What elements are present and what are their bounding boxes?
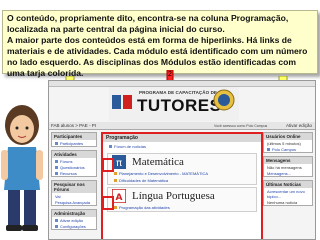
news-forum-link[interactable]: Fórum de notícias bbox=[103, 142, 261, 151]
block-item: Nenhuma notícia bbox=[267, 199, 298, 205]
block-messages: Mensagens Não há mensagens Mensagens... bbox=[263, 156, 313, 177]
breadcrumb[interactable]: FAB alunos > PAE - PI bbox=[51, 123, 96, 128]
folder-icon bbox=[114, 172, 117, 175]
folder-icon bbox=[114, 179, 117, 182]
banner-title: TUTORES bbox=[137, 96, 222, 115]
messages-link[interactable]: Mensagens... bbox=[264, 170, 312, 176]
math-symbol-icon: π bbox=[112, 155, 126, 169]
course-banner-math: π Matemática bbox=[108, 154, 256, 170]
programacao-column: Programação Fórum de notícias π Matemáti… bbox=[101, 132, 263, 239]
program-logo-icon bbox=[112, 95, 132, 109]
left-column: Participantes Participantes Atividades F… bbox=[51, 132, 97, 233]
explanation-callout: O conteúdo, propriamente dito, encontra-… bbox=[2, 10, 318, 78]
course-link[interactable]: Planejamento e Desenvolvimento - MATEMÁT… bbox=[108, 170, 256, 177]
block-search-forums: Pesquisar nos Fóruns Vai Pesquisa Avança… bbox=[51, 180, 97, 206]
block-title: Pesquisar nos Fóruns bbox=[52, 181, 96, 193]
folder-icon bbox=[114, 206, 117, 209]
svg-text:A: A bbox=[116, 193, 123, 203]
quiz-icon bbox=[55, 165, 58, 169]
course-link[interactable]: Programação das atividades bbox=[108, 204, 256, 211]
online-user-link[interactable]: Polo Campus bbox=[264, 146, 312, 152]
banner-program-label: PROGRAMA DE CAPACITAÇÃO DE bbox=[139, 90, 218, 95]
module-number-highlight bbox=[102, 196, 114, 210]
student-illustration-icon bbox=[1, 105, 43, 231]
course-module-portuguese: A Língua Portuguesa Programação das ativ… bbox=[107, 187, 257, 212]
block-title: Mensagens bbox=[264, 157, 312, 164]
course-title: Matemática bbox=[132, 156, 184, 168]
course-page-screenshot: PROGRAMA DE CAPACITAÇÃO DE TUTORES FAB a… bbox=[48, 80, 316, 240]
resource-icon bbox=[55, 171, 58, 175]
login-info: Você acessou como Polo Campus bbox=[214, 124, 268, 128]
block-title: Participantes bbox=[52, 133, 96, 140]
advanced-search-link[interactable]: Pesquisa Avançada bbox=[52, 199, 96, 205]
arrow-2-number: 2 bbox=[168, 71, 172, 78]
block-online-users: Usuários Online (últimos 5 minutos) Polo… bbox=[263, 132, 313, 153]
sidebar-item-resources[interactable]: Recursos bbox=[52, 170, 96, 176]
add-topic-link[interactable]: Acrescentar um novo tópico... bbox=[264, 188, 312, 199]
block-administration: Administração Ativar edição Configuraçõe… bbox=[51, 209, 97, 230]
right-column: Usuários Online (últimos 5 minutos) Polo… bbox=[263, 132, 313, 209]
block-title: Usuários Online bbox=[264, 133, 312, 140]
people-icon bbox=[55, 141, 58, 145]
block-latest-news: Últimas Notícias Acrescentar um novo tóp… bbox=[263, 180, 313, 206]
course-banner-portuguese: A Língua Portuguesa bbox=[108, 188, 256, 204]
course-module-math: π Matemática Planejamento e Desenvolvime… bbox=[107, 153, 257, 185]
block-title: Atividades bbox=[52, 151, 96, 158]
sidebar-item-participants[interactable]: Participantes bbox=[52, 140, 96, 146]
forum-icon bbox=[109, 145, 112, 148]
edit-mode-button[interactable]: Ativar edição bbox=[286, 122, 312, 130]
letters-icon: A bbox=[112, 189, 126, 203]
programacao-title: Programação bbox=[103, 134, 261, 142]
svg-text:π: π bbox=[116, 158, 122, 169]
course-link[interactable]: Dificuldades de Matemática bbox=[108, 177, 256, 184]
user-icon bbox=[267, 147, 270, 151]
module-number-highlight bbox=[102, 158, 114, 172]
callout-paragraph-1: O conteúdo, propriamente dito, encontra-… bbox=[7, 13, 289, 34]
settings-icon bbox=[55, 224, 58, 228]
block-participants: Participantes Participantes bbox=[51, 132, 97, 147]
course-banner: PROGRAMA DE CAPACITAÇÃO DE TUTORES bbox=[109, 87, 239, 121]
institution-emblem-icon bbox=[213, 89, 235, 111]
navigation-bar: FAB alunos > PAE - PI Você acessou como … bbox=[49, 122, 315, 130]
admin-settings-link[interactable]: Configurações bbox=[52, 223, 96, 229]
block-activities: Atividades Fóruns Questionários Recursos bbox=[51, 150, 97, 177]
edit-icon bbox=[55, 218, 58, 222]
block-title: Administração bbox=[52, 210, 96, 217]
course-title: Língua Portuguesa bbox=[132, 190, 215, 202]
block-title: Últimas Notícias bbox=[264, 181, 312, 188]
forum-icon bbox=[55, 159, 58, 163]
